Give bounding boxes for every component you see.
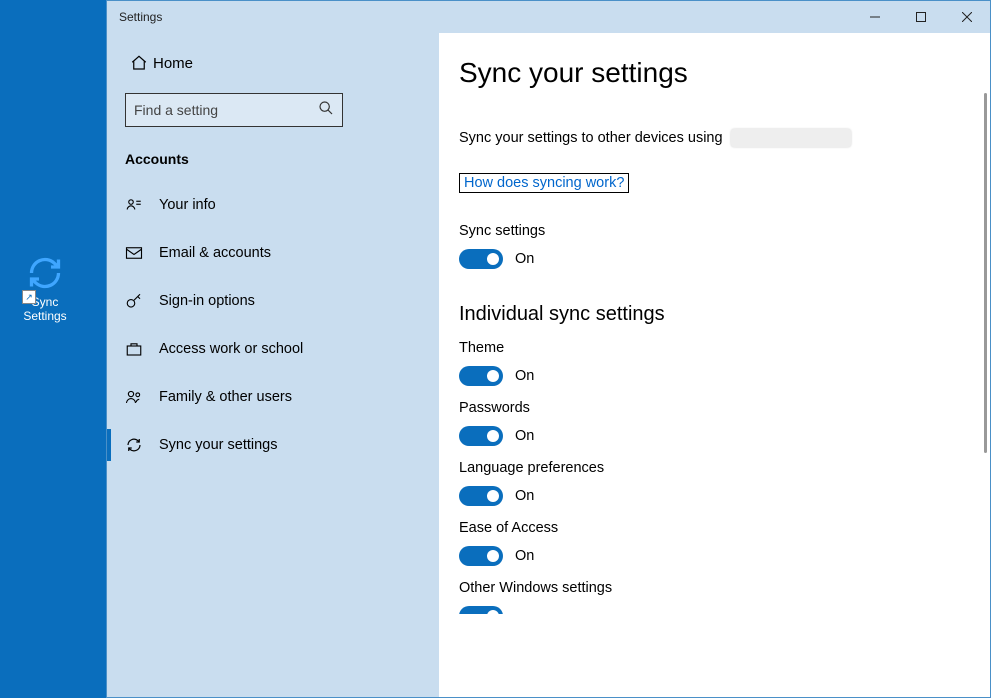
- home-nav[interactable]: Home: [125, 43, 421, 83]
- search-icon: [318, 100, 334, 121]
- sidebar-item-sign-in-options[interactable]: Sign-in options: [125, 277, 421, 325]
- shortcut-overlay-icon: ↗: [22, 290, 36, 304]
- titlebar: Settings: [107, 1, 990, 33]
- nav-label: Sync your settings: [159, 437, 277, 453]
- scrollbar[interactable]: [984, 93, 988, 453]
- page-title: Sync your settings: [459, 57, 990, 89]
- nav-label: Sign-in options: [159, 293, 255, 309]
- sidebar: Home Accounts Your info Emai: [107, 33, 439, 697]
- passwords-label: Passwords: [459, 400, 990, 416]
- nav-label: Family & other users: [159, 389, 292, 405]
- sync-description: Sync your settings to other devices usin…: [459, 129, 990, 147]
- settings-window: Settings Home Accounts: [106, 0, 991, 698]
- minimize-button[interactable]: [852, 1, 898, 33]
- sidebar-item-work-school[interactable]: Access work or school: [125, 325, 421, 373]
- how-syncing-works-link[interactable]: How does syncing work?: [459, 173, 629, 193]
- sync-settings-state: On: [515, 251, 534, 267]
- other-windows-toggle[interactable]: [459, 606, 503, 626]
- mail-icon: [125, 244, 159, 262]
- other-windows-label: Other Windows settings: [459, 580, 990, 596]
- theme-state: On: [515, 368, 534, 384]
- ease-access-toggle[interactable]: [459, 546, 503, 566]
- language-label: Language preferences: [459, 460, 990, 476]
- main-panel: Sync your settings Sync your settings to…: [439, 33, 990, 697]
- person-card-icon: [125, 196, 159, 214]
- nav-label: Your info: [159, 197, 216, 213]
- search-input[interactable]: [134, 102, 318, 118]
- sync-settings-label: Sync settings: [459, 223, 990, 239]
- scrollbar-thumb[interactable]: [984, 93, 987, 453]
- home-icon: [125, 54, 153, 72]
- account-name-redacted: [731, 129, 851, 147]
- sidebar-item-family-users[interactable]: Family & other users: [125, 373, 421, 421]
- nav-label: Access work or school: [159, 341, 303, 357]
- window-title: Settings: [119, 10, 852, 24]
- desktop-shortcut-sync-settings[interactable]: ↗ Sync Settings: [10, 255, 80, 323]
- key-icon: [125, 292, 159, 310]
- theme-toggle[interactable]: [459, 366, 503, 386]
- individual-sync-heading: Individual sync settings: [459, 303, 990, 326]
- sidebar-section-label: Accounts: [125, 151, 421, 167]
- maximize-button[interactable]: [898, 1, 944, 33]
- home-label: Home: [153, 55, 193, 72]
- sync-icon: [125, 436, 159, 454]
- sidebar-item-sync-settings[interactable]: Sync your settings: [125, 421, 421, 469]
- nav-label: Email & accounts: [159, 245, 271, 261]
- ease-access-state: On: [515, 548, 534, 564]
- theme-label: Theme: [459, 340, 990, 356]
- sidebar-item-your-info[interactable]: Your info: [125, 181, 421, 229]
- close-button[interactable]: [944, 1, 990, 33]
- briefcase-icon: [125, 340, 159, 358]
- passwords-toggle[interactable]: [459, 426, 503, 446]
- passwords-state: On: [515, 428, 534, 444]
- sidebar-item-email-accounts[interactable]: Email & accounts: [125, 229, 421, 277]
- sync-settings-toggle[interactable]: [459, 249, 503, 269]
- ease-access-label: Ease of Access: [459, 520, 990, 536]
- search-box[interactable]: [125, 93, 343, 127]
- language-toggle[interactable]: [459, 486, 503, 506]
- people-icon: [125, 388, 159, 406]
- desktop-shortcut-label: Sync Settings: [10, 295, 80, 323]
- language-state: On: [515, 488, 534, 504]
